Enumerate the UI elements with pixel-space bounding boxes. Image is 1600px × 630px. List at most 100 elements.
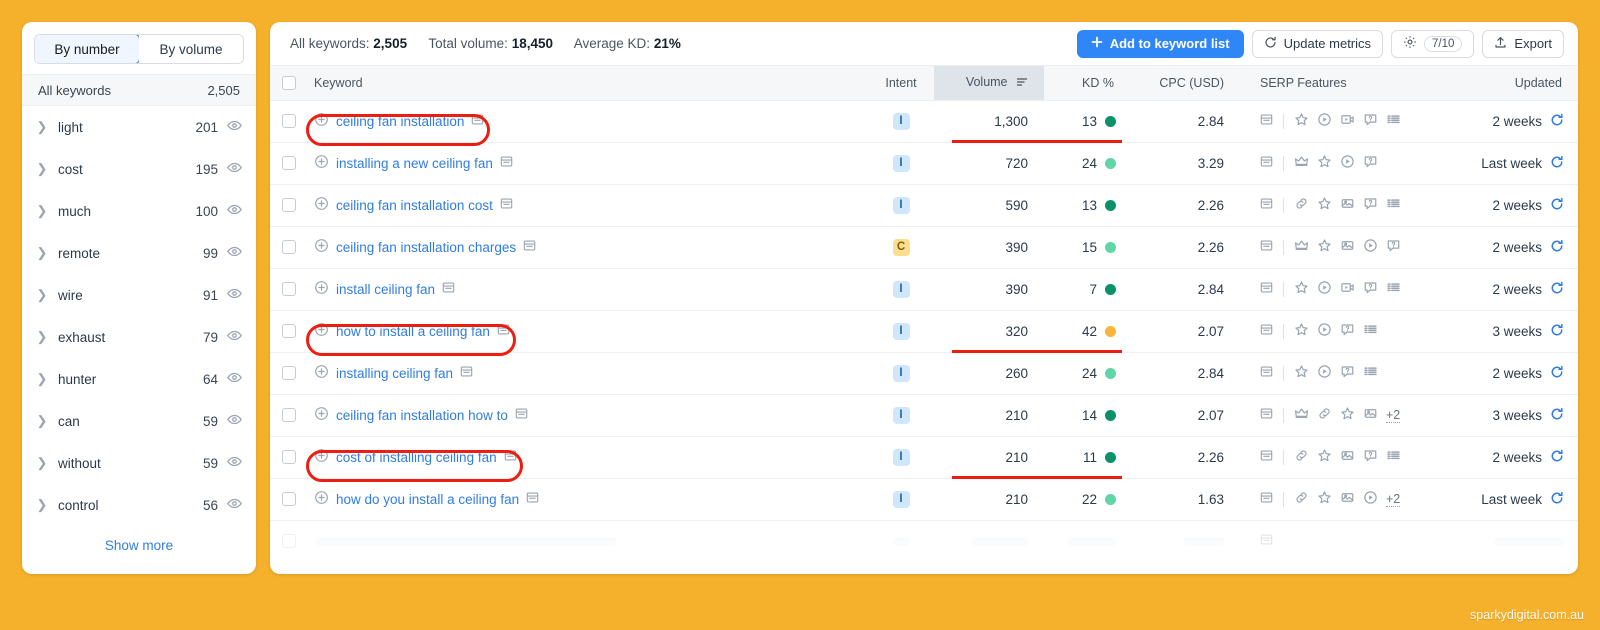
sidebar-group-item[interactable]: ❯ remote 99 — [22, 232, 256, 274]
table-row[interactable]: ceiling fan installation cost I 590 13 2.26 2… — [270, 184, 1578, 227]
add-keyword-icon[interactable] — [314, 112, 329, 130]
serp-snapshot-icon[interactable] — [1260, 491, 1273, 507]
keyword-link[interactable]: ceiling fan installation cost — [336, 198, 493, 213]
keyword-link[interactable]: install ceiling fan — [336, 282, 435, 297]
keyword-cell[interactable]: installing ceiling fan — [308, 352, 868, 395]
serp-feature-link-icon[interactable] — [1294, 490, 1309, 508]
row-refresh-icon[interactable] — [1550, 323, 1564, 340]
serp-feature-list-icon[interactable] — [1363, 364, 1378, 382]
serp-preview-icon[interactable] — [471, 113, 484, 129]
serp-feature-star-icon[interactable] — [1317, 490, 1332, 508]
keyword-cell[interactable]: installing a new ceiling fan — [308, 142, 868, 185]
sidebar-group-item[interactable]: ❯ much 100 — [22, 190, 256, 232]
column-header-serp-features[interactable]: SERP Features — [1232, 66, 1462, 101]
serp-preview-icon[interactable] — [504, 449, 517, 465]
row-select-cell[interactable] — [270, 268, 308, 311]
select-all-checkbox[interactable] — [282, 75, 296, 90]
sidebar-group-item[interactable]: ❯ wire 91 — [22, 274, 256, 316]
eye-icon[interactable] — [227, 454, 242, 472]
keyword-link[interactable]: how do you install a ceiling fan — [336, 492, 519, 507]
keyword-cell[interactable]: how do you install a ceiling fan — [308, 478, 868, 521]
keyword-cell[interactable]: how to install a ceiling fan — [306, 310, 868, 356]
row-select-cell[interactable] — [270, 100, 308, 143]
serp-preview-icon[interactable] — [500, 197, 513, 213]
row-refresh-icon[interactable] — [1550, 197, 1564, 214]
serp-preview-icon[interactable] — [500, 155, 513, 171]
serp-snapshot-icon[interactable] — [1260, 113, 1273, 129]
intent-badge[interactable]: I — [892, 491, 910, 508]
chevron-right-icon[interactable]: ❯ — [34, 287, 50, 303]
sidebar-all-keywords-row[interactable]: All keywords 2,505 — [22, 74, 256, 106]
intent-badge[interactable]: I — [892, 365, 910, 382]
sidebar-group-item[interactable]: ❯ hunter 64 — [22, 358, 256, 400]
eye-icon[interactable] — [227, 370, 242, 388]
row-checkbox[interactable] — [282, 450, 296, 464]
row-select-cell[interactable] — [270, 478, 308, 521]
serp-feature-link-icon[interactable] — [1294, 196, 1309, 214]
row-checkbox[interactable] — [282, 156, 296, 170]
row-checkbox[interactable] — [282, 114, 296, 128]
serp-feature-play-circle-icon[interactable] — [1317, 112, 1332, 130]
serp-overflow-count[interactable]: +2 — [1386, 408, 1401, 423]
row-checkbox[interactable] — [282, 240, 296, 254]
row-select-cell[interactable] — [270, 184, 308, 227]
serp-feature-star-icon[interactable] — [1317, 196, 1332, 214]
grouping-toggle[interactable]: By number By volume — [34, 34, 244, 64]
eye-icon[interactable] — [227, 286, 242, 304]
keyword-link[interactable]: ceiling fan installation charges — [336, 240, 516, 255]
row-refresh-icon[interactable] — [1550, 155, 1564, 172]
serp-feature-image-icon[interactable] — [1340, 490, 1355, 508]
sidebar-group-item[interactable]: ❯ without 59 — [22, 442, 256, 484]
row-checkbox[interactable] — [282, 366, 296, 380]
add-keyword-icon[interactable] — [314, 490, 329, 508]
serp-feature-play-circle-icon[interactable] — [1363, 490, 1378, 508]
sidebar-group-item[interactable]: ❯ can 59 — [22, 400, 256, 442]
table-row[interactable]: how to install a ceiling fan I 320 42 2.07 3 … — [270, 310, 1578, 356]
chevron-right-icon[interactable]: ❯ — [34, 413, 50, 429]
row-refresh-icon[interactable] — [1550, 113, 1564, 130]
serp-snapshot-icon[interactable] — [1260, 197, 1273, 213]
metrics-settings-button[interactable]: 7/10 — [1391, 29, 1475, 58]
export-button[interactable]: Export — [1482, 29, 1564, 58]
chevron-right-icon[interactable]: ❯ — [34, 371, 50, 387]
table-row[interactable]: ceiling fan installation I 1,300 13 2.84 2 we… — [270, 100, 1578, 146]
column-header-volume[interactable]: Volume — [934, 66, 1044, 101]
add-keyword-icon[interactable] — [314, 154, 329, 172]
intent-badge[interactable]: I — [892, 155, 910, 172]
serp-preview-icon[interactable] — [460, 365, 473, 381]
row-checkbox[interactable] — [282, 408, 296, 422]
serp-feature-list-icon[interactable] — [1386, 112, 1401, 130]
row-refresh-icon[interactable] — [1550, 365, 1564, 382]
serp-preview-icon[interactable] — [526, 491, 539, 507]
intent-badge[interactable]: I — [892, 449, 910, 466]
keyword-cell[interactable]: ceiling fan installation — [306, 100, 868, 146]
eye-icon[interactable] — [227, 244, 242, 262]
row-select-cell[interactable] — [270, 352, 308, 395]
keyword-cell[interactable]: ceiling fan installation how to — [308, 394, 868, 437]
add-keyword-icon[interactable] — [314, 196, 329, 214]
row-checkbox[interactable] — [282, 282, 296, 296]
intent-badge[interactable]: I — [892, 281, 910, 298]
column-header-keyword[interactable]: Keyword — [308, 66, 868, 101]
chevron-right-icon[interactable]: ❯ — [34, 329, 50, 345]
sidebar-group-item[interactable]: ❯ exhaust 79 — [22, 316, 256, 358]
serp-snapshot-icon[interactable] — [1260, 155, 1273, 171]
add-keyword-icon[interactable] — [314, 406, 329, 424]
serp-feature-play-circle-icon[interactable] — [1363, 238, 1378, 256]
serp-feature-star-icon[interactable] — [1317, 448, 1332, 466]
serp-feature-faq-icon[interactable] — [1340, 364, 1355, 382]
serp-feature-faq-icon[interactable] — [1386, 238, 1401, 256]
column-header-intent[interactable]: Intent — [868, 66, 934, 101]
keyword-link[interactable]: installing ceiling fan — [336, 366, 453, 381]
chevron-right-icon[interactable]: ❯ — [34, 455, 50, 471]
serp-preview-icon[interactable] — [497, 323, 510, 339]
serp-feature-star-icon[interactable] — [1294, 364, 1309, 382]
keyword-link[interactable]: ceiling fan installation — [336, 114, 464, 129]
serp-feature-star-icon[interactable] — [1294, 280, 1309, 298]
column-header-cpc[interactable]: CPC (USD) — [1136, 66, 1232, 101]
table-row[interactable]: install ceiling fan I 390 7 2.84 2 weeks — [270, 268, 1578, 311]
serp-feature-play-circle-icon[interactable] — [1317, 322, 1332, 340]
serp-feature-link-icon[interactable] — [1294, 448, 1309, 466]
add-keyword-icon[interactable] — [314, 364, 329, 382]
serp-feature-image-icon[interactable] — [1363, 406, 1378, 424]
